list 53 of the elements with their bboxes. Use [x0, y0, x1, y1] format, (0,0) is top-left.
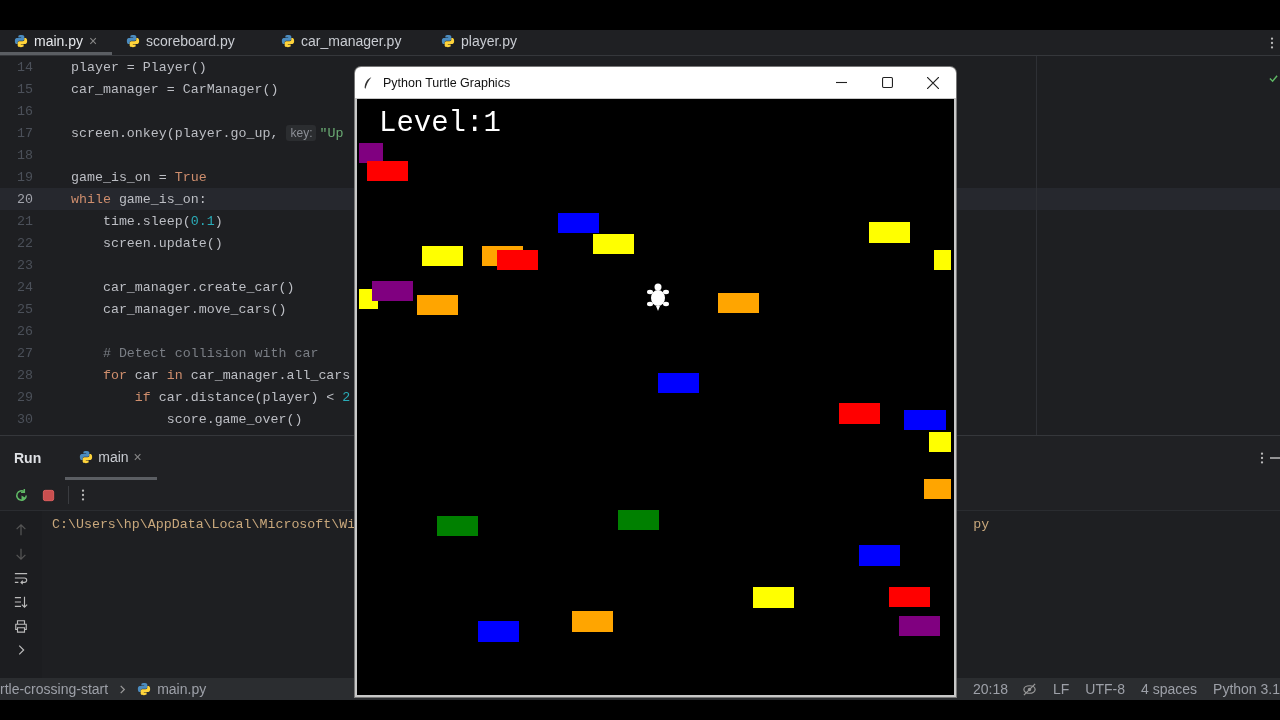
code-line: screen.update() [101, 235, 223, 251]
code-line: screen.onkey(player.go_up, key: "Up [71, 125, 344, 141]
soft-wrap-icon[interactable] [14, 571, 28, 585]
code-line: game_is_on = True [71, 169, 207, 185]
maximize-icon [881, 77, 893, 88]
status-item[interactable]: LF [1053, 681, 1070, 697]
editor-tab[interactable]: scoreboard.py [112, 30, 267, 55]
code-line: score.game_over() [165, 411, 303, 427]
console-text: C:\Users\hp\AppData\Local\Microsoft\Wi [52, 517, 356, 532]
eye-off-icon[interactable] [1022, 681, 1037, 697]
python-icon [281, 34, 295, 48]
status-item[interactable]: Python 3.1 [1213, 681, 1280, 697]
close-icon [927, 76, 939, 89]
rerun-icon[interactable] [14, 487, 29, 503]
code-line: player = Player() [71, 59, 207, 75]
close-tab-button[interactable]: × [133, 448, 142, 465]
line-number: 20 [16, 191, 33, 207]
level-text: Level:1 [379, 107, 501, 141]
code-line: if car.distance(player) < 2 [133, 389, 351, 405]
chevron-icon [118, 684, 128, 694]
more-icon[interactable] [1260, 451, 1264, 465]
code-line: for car in car_manager.all_cars [101, 367, 351, 383]
close-tab-button[interactable]: × [89, 33, 98, 49]
code-line: # Detect collision with car [101, 345, 319, 361]
code-line: car_manager.move_cars() [101, 301, 287, 317]
editor-tab[interactable]: car_manager.py [267, 30, 427, 55]
editor-tab[interactable]: player.py [427, 30, 547, 55]
code-line: car_manager.create_car() [101, 279, 295, 295]
status-item[interactable]: 20:18 [972, 681, 1008, 697]
more-icon[interactable] [81, 488, 85, 502]
minimize-icon[interactable] [1270, 456, 1280, 460]
code-line: time.sleep(0.1) [101, 213, 223, 229]
scroll-to-end-icon[interactable] [14, 595, 28, 609]
window-title: Python Turtle Graphics [383, 75, 511, 90]
breadcrumb[interactable]: main.py [157, 681, 207, 697]
turtle-icon [647, 283, 669, 311]
status-item[interactable]: UTF-8 [1085, 681, 1125, 697]
stop-icon[interactable] [41, 487, 56, 503]
python-icon [137, 682, 152, 696]
console-text: py [973, 517, 990, 532]
more-icon[interactable] [1270, 35, 1274, 50]
status-item[interactable]: 4 spaces [1141, 681, 1198, 697]
code-line: while game_is_on: [71, 191, 207, 207]
python-icon [126, 34, 140, 48]
run-panel-title: Run [14, 450, 42, 466]
python-icon [441, 34, 455, 48]
breadcrumb[interactable]: rtle-crossing-start [0, 681, 109, 697]
python-icon [79, 449, 94, 464]
code-line: car_manager = CarManager() [71, 81, 279, 97]
feather-icon [363, 75, 373, 90]
python-icon [14, 34, 28, 48]
check-icon [1269, 74, 1278, 83]
print-icon[interactable] [14, 619, 28, 633]
